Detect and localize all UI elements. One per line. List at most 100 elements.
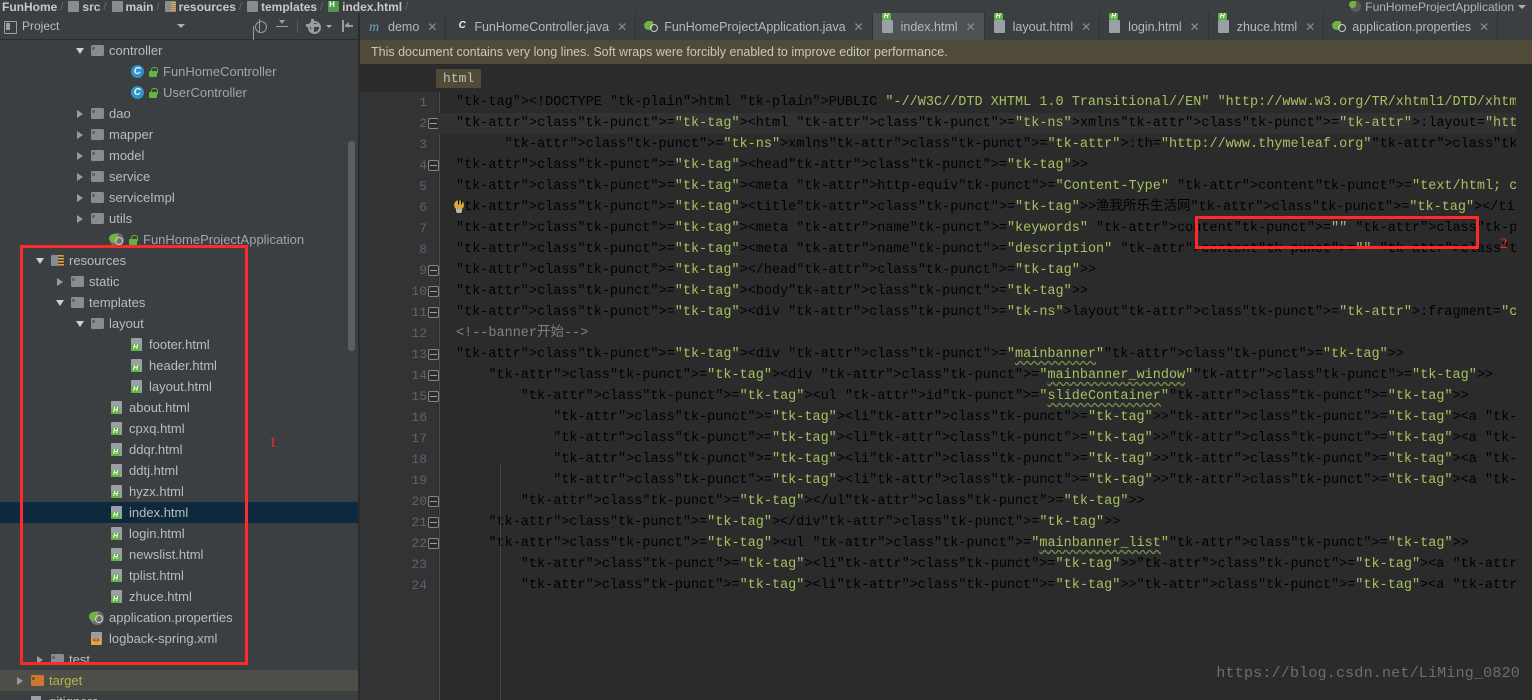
close-icon[interactable]: ✕ bbox=[1305, 20, 1315, 34]
tree-node-static[interactable]: static bbox=[0, 271, 360, 292]
tree-node-header-html[interactable]: header.html bbox=[0, 355, 360, 376]
close-icon[interactable]: ✕ bbox=[1479, 20, 1489, 34]
tree-node-usercontroller[interactable]: UserController bbox=[0, 82, 360, 103]
tree-node-templates[interactable]: templates bbox=[0, 292, 360, 313]
project-tree-scrollbar[interactable] bbox=[348, 141, 355, 351]
tree-node-controller[interactable]: controller bbox=[0, 40, 360, 61]
editor-right-gutter[interactable] bbox=[1516, 92, 1532, 700]
code-line[interactable]: "tk-attr">class"tk-punct">="tk-tag"></ul… bbox=[438, 491, 1532, 512]
tree-node-cpxq-html[interactable]: cpxq.html bbox=[0, 418, 360, 439]
collapse-all-icon[interactable] bbox=[275, 19, 289, 33]
code-line[interactable]: "tk-attr">class"tk-punct">="tk-tag"><li"… bbox=[438, 575, 1532, 596]
breadcrumb-item-index-html[interactable]: index.html bbox=[328, 0, 402, 13]
settings-gear-icon[interactable] bbox=[305, 19, 321, 34]
tree-node-dao[interactable]: dao bbox=[0, 103, 360, 124]
tree-node-utils[interactable]: utils bbox=[0, 208, 360, 229]
tree-node-gitignore[interactable]: gitignore bbox=[0, 691, 360, 700]
editor-tab-application-properties[interactable]: application.properties ✕ bbox=[1324, 13, 1499, 40]
editor-tab-layout-html[interactable]: layout.html ✕ bbox=[985, 13, 1101, 40]
tree-node-mapper[interactable]: mapper bbox=[0, 124, 360, 145]
code-line[interactable]: "tk-attr">class"tk-punct">="tk-tag"></di… bbox=[438, 512, 1532, 533]
tree-node-funhomecontroller[interactable]: FunHomeController bbox=[0, 61, 360, 82]
settings-chevron-down-icon[interactable] bbox=[326, 24, 332, 28]
chevron-right-icon[interactable] bbox=[12, 676, 28, 685]
code-content[interactable]: "tk-tag"><!DOCTYPE "tk-plain">html "tk-p… bbox=[438, 92, 1532, 700]
code-line[interactable]: "tk-attr">class"tk-punct">="tk-tag"><li"… bbox=[438, 428, 1532, 449]
chevron-right-icon[interactable] bbox=[32, 655, 48, 664]
code-line[interactable]: "tk-attr">class"tk-punct">="tk-tag"><li"… bbox=[438, 449, 1532, 470]
tree-node-about-html[interactable]: about.html bbox=[0, 397, 360, 418]
code-line[interactable]: "tk-attr">class"tk-punct">="tk-tag"></he… bbox=[438, 260, 1532, 281]
code-line[interactable]: "tk-attr">class"tk-punct">="tk-tag"><li"… bbox=[438, 470, 1532, 491]
editor-tab-funhomecontroller-java[interactable]: FunHomeController.java ✕ bbox=[446, 13, 637, 40]
code-line[interactable]: "tk-attr">class"tk-punct">="tk-tag"><li"… bbox=[438, 407, 1532, 428]
code-line[interactable]: "tk-attr">class"tk-punct">="tk-tag"><met… bbox=[438, 176, 1532, 197]
tree-node-layout-html[interactable]: layout.html bbox=[0, 376, 360, 397]
code-line[interactable]: "tk-attr">class"tk-punct">="tk-tag"><ul … bbox=[438, 386, 1532, 407]
chevron-right-icon[interactable] bbox=[52, 277, 68, 286]
tree-node-index-html[interactable]: index.html bbox=[0, 502, 360, 523]
tree-node-footer-html[interactable]: footer.html bbox=[0, 334, 360, 355]
chevron-right-icon[interactable] bbox=[72, 151, 88, 160]
close-icon[interactable]: ✕ bbox=[427, 20, 437, 34]
chevron-down-icon[interactable] bbox=[1518, 4, 1526, 9]
project-tree[interactable]: controllerFunHomeController UserControlle… bbox=[0, 40, 360, 700]
breadcrumb-item-funhome[interactable]: FunHome bbox=[2, 1, 57, 13]
locate-icon[interactable] bbox=[253, 19, 267, 33]
tree-node-tplist-html[interactable]: tplist.html bbox=[0, 565, 360, 586]
tree-node-ddqr-html[interactable]: ddqr.html bbox=[0, 439, 360, 460]
tree-node-model[interactable]: model bbox=[0, 145, 360, 166]
editor-tab-bar[interactable]: m demo ✕ FunHomeController.java ✕ FunHomeProj… bbox=[360, 13, 1532, 40]
project-title-group[interactable]: Project bbox=[4, 19, 59, 34]
breadcrumb-item-main[interactable]: main bbox=[111, 1, 154, 13]
tree-node-ddtj-html[interactable]: ddtj.html bbox=[0, 460, 360, 481]
tree-node-serviceimpl[interactable]: serviceImpl bbox=[0, 187, 360, 208]
chevron-right-icon[interactable] bbox=[72, 130, 88, 139]
code-line[interactable]: <!--banner开始--> bbox=[438, 323, 1532, 344]
chevron-right-icon[interactable] bbox=[72, 193, 88, 202]
editor-tab-demo[interactable]: m demo ✕ bbox=[360, 13, 447, 40]
code-line[interactable]: "tk-tag"><!DOCTYPE "tk-plain">html "tk-p… bbox=[438, 92, 1532, 113]
tree-node-logback-spring-xml[interactable]: logback-spring.xml bbox=[0, 628, 360, 649]
hide-panel-icon[interactable] bbox=[340, 19, 354, 33]
project-view-chevron-down-icon[interactable] bbox=[177, 24, 186, 28]
tree-node-service[interactable]: service bbox=[0, 166, 360, 187]
close-icon[interactable]: ✕ bbox=[1081, 20, 1091, 34]
breadcrumb-item-resources[interactable]: resources bbox=[164, 1, 236, 13]
tree-node-login-html[interactable]: login.html bbox=[0, 523, 360, 544]
close-icon[interactable]: ✕ bbox=[617, 20, 627, 34]
tree-node-target[interactable]: target bbox=[0, 670, 360, 691]
editor-tab-zhuce-html[interactable]: zhuce.html ✕ bbox=[1209, 13, 1325, 40]
close-icon[interactable]: ✕ bbox=[966, 20, 976, 34]
code-line[interactable]: "tk-attr">class"tk-punct">="tk-tag"><ul … bbox=[438, 533, 1532, 554]
chevron-right-icon[interactable] bbox=[72, 214, 88, 223]
tree-node-resources[interactable]: resources bbox=[0, 250, 360, 271]
tree-node-zhuce-html[interactable]: zhuce.html bbox=[0, 586, 360, 607]
breadcrumb-item-templates[interactable]: templates bbox=[247, 1, 317, 13]
code-line[interactable]: "tk-attr">class"tk-punct">="tk-tag"><tit… bbox=[438, 197, 1532, 218]
tree-node-newslist-html[interactable]: newslist.html bbox=[0, 544, 360, 565]
code-line[interactable]: "tk-attr">class"tk-punct">="tk-tag"><div… bbox=[438, 302, 1532, 323]
code-line[interactable]: "tk-attr">class"tk-punct">="tk-tag"><hea… bbox=[438, 155, 1532, 176]
tree-node-test[interactable]: test bbox=[0, 649, 360, 670]
chevron-down-icon[interactable] bbox=[52, 299, 68, 306]
chevron-down-icon[interactable] bbox=[72, 320, 88, 327]
code-line[interactable]: "tk-attr">class"tk-punct">="tk-tag"><met… bbox=[438, 239, 1532, 260]
editor-tab-funhomeprojectapplication-java[interactable]: FunHomeProjectApplication.java ✕ bbox=[636, 13, 873, 40]
chevron-down-icon[interactable] bbox=[72, 47, 88, 54]
editor-tab-login-html[interactable]: login.html ✕ bbox=[1100, 13, 1209, 40]
code-line[interactable]: "tk-attr">class"tk-punct">="tk-tag"><li"… bbox=[438, 554, 1532, 575]
chevron-down-icon[interactable] bbox=[32, 257, 48, 264]
code-line[interactable]: "tk-attr">class"tk-punct">="tk-ns">xmlns… bbox=[438, 134, 1532, 155]
code-line[interactable]: "tk-attr">class"tk-punct">="tk-tag"><div… bbox=[438, 344, 1532, 365]
code-line[interactable]: "tk-attr">class"tk-punct">="tk-tag"><met… bbox=[438, 218, 1532, 239]
code-line[interactable]: "tk-attr">class"tk-punct">="tk-tag"><bod… bbox=[438, 281, 1532, 302]
breadcrumb-chip-html[interactable]: html bbox=[436, 69, 482, 88]
chevron-right-icon[interactable] bbox=[72, 172, 88, 181]
editor-tab-index-html[interactable]: index.html ✕ bbox=[872, 13, 985, 40]
code-editor[interactable]: 1 2 3 4 5 6 7 8 9 10 11 12 13 14 15 16 17 18 19 20 21 22 23 24 … bbox=[360, 92, 1532, 700]
breadcrumb-item-src[interactable]: src bbox=[68, 1, 100, 13]
tree-node-application-properties[interactable]: application.properties bbox=[0, 607, 360, 628]
tree-node-hyzx-html[interactable]: hyzx.html bbox=[0, 481, 360, 502]
close-icon[interactable]: ✕ bbox=[1190, 20, 1200, 34]
